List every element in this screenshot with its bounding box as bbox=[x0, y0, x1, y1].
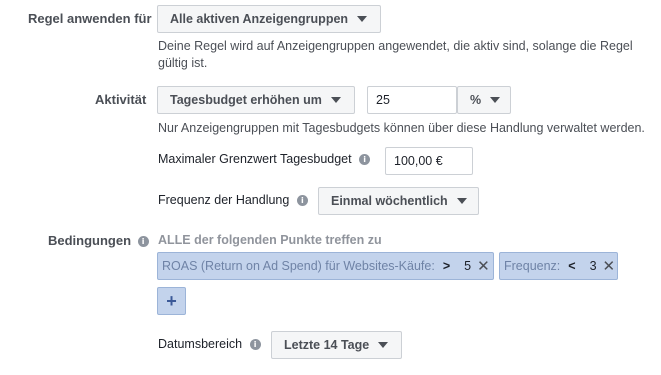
date-range-dropdown[interactable]: Letzte 14 Tage bbox=[271, 331, 402, 359]
add-condition-button[interactable]: + bbox=[157, 287, 186, 315]
conditions-label: Bedingungen i bbox=[48, 233, 149, 248]
date-range-label: Datumsbereich i bbox=[158, 337, 261, 351]
caret-down-icon bbox=[490, 97, 501, 103]
date-range-label-text: Datumsbereich bbox=[158, 337, 243, 351]
activity-action-dropdown[interactable]: Tagesbudget erhöhen um bbox=[157, 86, 355, 114]
apply-rule-help: Deine Regel wird auf Anzeigengruppen ang… bbox=[158, 39, 633, 70]
condition-value[interactable]: 3 bbox=[590, 259, 597, 273]
frequency-dropdown[interactable]: Einmal wöchentlich bbox=[318, 187, 479, 215]
info-icon[interactable]: i bbox=[359, 154, 371, 166]
condition-token-frequency[interactable]: Frequenz: < 3 ✕ bbox=[499, 252, 618, 280]
caret-down-icon bbox=[357, 16, 368, 22]
condition-operator[interactable]: > bbox=[443, 259, 450, 273]
info-icon[interactable]: i bbox=[296, 195, 308, 207]
caret-down-icon bbox=[456, 198, 467, 204]
caret-down-icon bbox=[378, 342, 389, 348]
condition-value[interactable]: 5 bbox=[464, 259, 471, 273]
apply-rule-dropdown[interactable]: Alle aktiven Anzeigengruppen bbox=[157, 5, 381, 33]
frequency-label: Frequenz der Handlung i bbox=[158, 193, 308, 207]
frequency-dropdown-value: Einmal wöchentlich bbox=[331, 194, 448, 208]
condition-metric: ROAS (Return on Ad Spend) für Websites-K… bbox=[162, 259, 435, 273]
max-budget-label: Maximaler Grenzwert Tagesbudget i bbox=[158, 152, 371, 166]
apply-rule-label: Regel anwenden für bbox=[28, 11, 152, 26]
caret-down-icon bbox=[330, 97, 341, 103]
activity-amount-input[interactable]: 25 bbox=[367, 86, 457, 114]
condition-metric: Frequenz: bbox=[504, 259, 561, 273]
date-range-dropdown-value: Letzte 14 Tage bbox=[284, 338, 370, 352]
info-icon[interactable]: i bbox=[249, 339, 261, 351]
activity-help: Nur Anzeigengruppen mit Tagesbudgets kön… bbox=[158, 121, 645, 135]
condition-token-roas[interactable]: ROAS (Return on Ad Spend) für Websites-K… bbox=[157, 252, 494, 280]
activity-unit-dropdown[interactable]: % bbox=[457, 86, 511, 114]
conditions-label-text: Bedingungen bbox=[48, 233, 132, 248]
frequency-label-text: Frequenz der Handlung bbox=[158, 193, 290, 207]
activity-action-value: Tagesbudget erhöhen um bbox=[170, 93, 322, 107]
conditions-heading: ALLE der folgenden Punkte treffen zu bbox=[158, 233, 382, 247]
close-icon[interactable]: ✕ bbox=[603, 257, 616, 275]
activity-unit-value: % bbox=[470, 93, 482, 107]
close-icon[interactable]: ✕ bbox=[477, 257, 490, 275]
apply-rule-dropdown-value: Alle aktiven Anzeigengruppen bbox=[170, 12, 349, 26]
activity-label: Aktivität bbox=[95, 92, 147, 107]
condition-operator[interactable]: < bbox=[568, 259, 575, 273]
info-icon[interactable]: i bbox=[137, 236, 149, 248]
max-budget-label-text: Maximaler Grenzwert Tagesbudget bbox=[158, 152, 352, 166]
max-budget-input[interactable]: 100,00 € bbox=[385, 147, 473, 175]
